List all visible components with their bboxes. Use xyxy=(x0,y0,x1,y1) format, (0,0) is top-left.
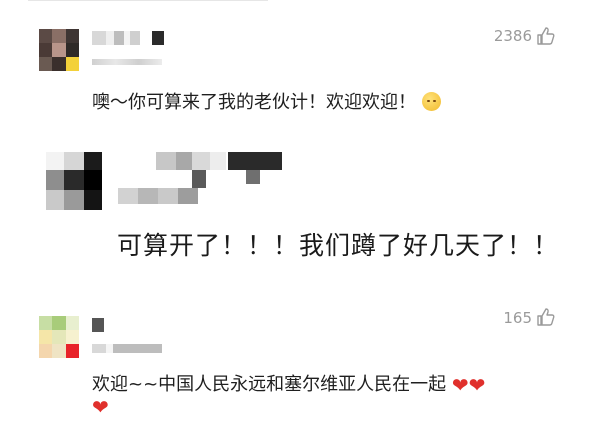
comment-item: 可算开了！！！我们蹲了好几天了！！ xyxy=(0,140,600,280)
red-heart-icon: ❤ xyxy=(468,373,486,397)
comment-item: 165 欢迎~~中国人民永远和塞尔维亚人民在一起 ❤❤ ❤ xyxy=(0,300,600,439)
avatar[interactable] xyxy=(46,152,102,210)
comment-text-line2: ❤ xyxy=(92,397,109,417)
avatar[interactable] xyxy=(39,29,79,71)
timestamp-blurred xyxy=(118,188,198,204)
like-count: 2386 xyxy=(493,27,532,45)
timestamp-blurred xyxy=(92,344,162,353)
comment-item: 2386 噢～你可算来了我的老伙计！欢迎欢迎！ xyxy=(0,0,600,130)
thumbs-up-icon[interactable] xyxy=(536,307,556,327)
comment-text: 可算开了！！！我们蹲了好几天了！！ xyxy=(117,231,560,260)
comment-text: 噢～你可算来了我的老伙计！欢迎欢迎！ xyxy=(92,88,441,114)
comment-text-content: 噢～你可算来了我的老伙计！欢迎欢迎！ xyxy=(92,92,416,113)
username-blurred[interactable] xyxy=(92,318,104,332)
like-count: 165 xyxy=(503,309,532,327)
face-holding-back-tears-icon xyxy=(422,92,441,111)
comment-text-content: 欢迎~~中国人民永远和塞尔维亚人民在一起 xyxy=(92,374,447,395)
username-blurred[interactable] xyxy=(92,31,164,45)
thumbs-up-icon[interactable] xyxy=(536,26,556,46)
red-heart-icon: ❤ xyxy=(451,373,469,397)
comment-text: 欢迎~~中国人民永远和塞尔维亚人民在一起 ❤❤ xyxy=(92,370,485,396)
timestamp-blurred xyxy=(92,59,162,65)
red-heart-icon: ❤ xyxy=(92,395,109,419)
avatar[interactable] xyxy=(39,316,79,358)
